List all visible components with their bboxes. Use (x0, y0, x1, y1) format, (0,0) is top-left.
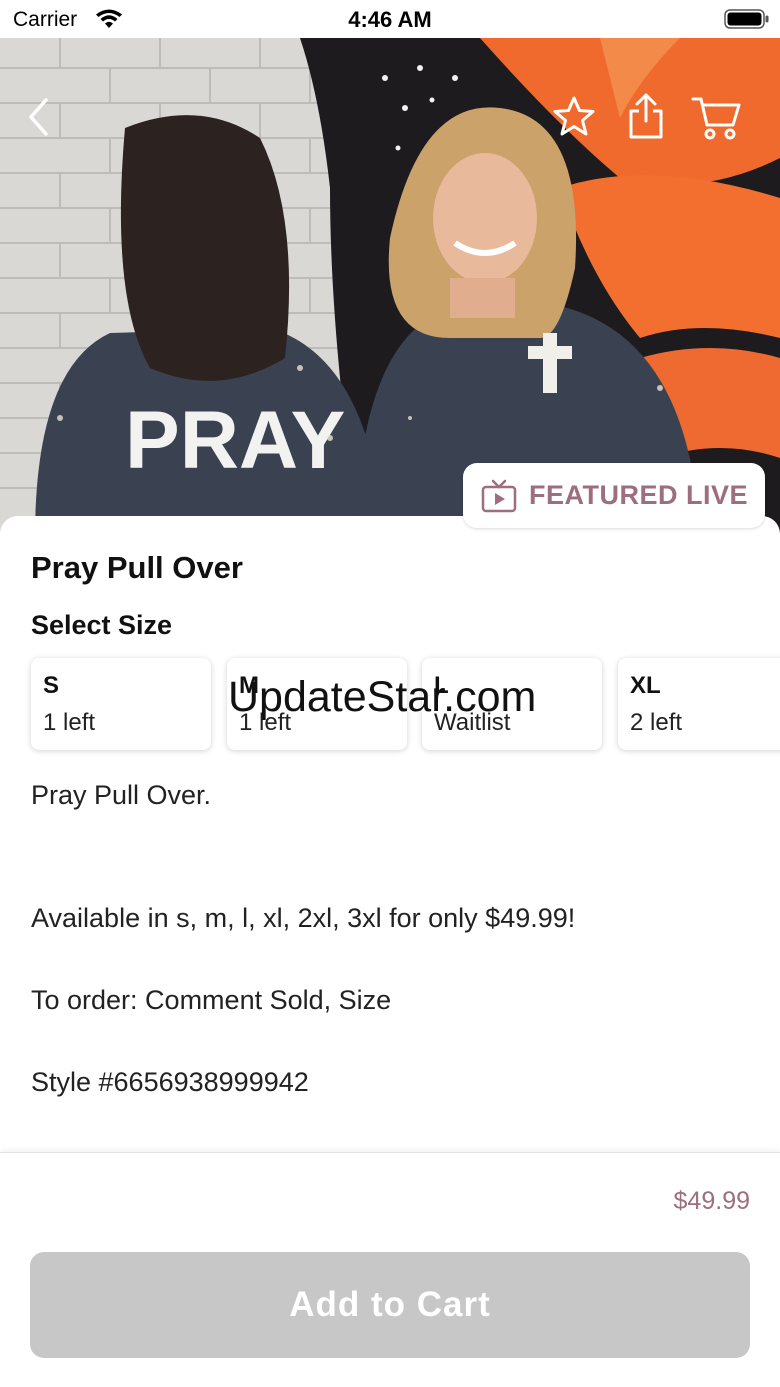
cart-icon (691, 97, 741, 140)
size-name: S (43, 672, 60, 699)
size-stock: 1 left (43, 709, 96, 736)
featured-live-badge[interactable]: FEATURED LIVE (463, 463, 765, 528)
status-time: 4:46 AM (348, 7, 432, 32)
select-size-label: Select Size (31, 610, 173, 640)
add-to-cart-button[interactable]: Add to Cart (30, 1252, 750, 1358)
featured-live-label: FEATURED LIVE (529, 480, 749, 510)
product-image: PRAY FEATURED LIVE (0, 38, 780, 538)
description-line: Available in s, m, l, xl, 2xl, 3xl for o… (31, 903, 576, 933)
share-icon (629, 93, 663, 139)
checkout-bar: $49.99 Add to Cart (0, 1152, 780, 1387)
description-line: Pray Pull Over. (31, 780, 212, 810)
share-button[interactable] (622, 90, 670, 142)
star-icon (553, 96, 595, 136)
description-line: Style #6656938999942 (31, 1067, 309, 1097)
size-stock: 1 left (239, 709, 292, 736)
size-option-xl[interactable]: XL 2 left (618, 658, 780, 750)
size-option-l[interactable]: L Waitlist (422, 658, 602, 750)
back-button[interactable] (18, 94, 58, 140)
size-stock: 2 left (630, 709, 683, 736)
product-details: Pray Pull Over Select Size S 1 left M 1 … (0, 516, 780, 1156)
battery-icon (724, 9, 769, 29)
size-name: XL (630, 672, 661, 699)
status-bar: Carrier 4:46 AM (0, 0, 780, 38)
description-line: To order: Comment Sold, Size (31, 985, 392, 1015)
size-stock: Waitlist (434, 709, 511, 736)
cart-button[interactable] (690, 92, 742, 144)
size-option-s[interactable]: S 1 left (31, 658, 211, 750)
product-price: $49.99 (673, 1187, 750, 1215)
size-name: M (239, 672, 259, 699)
shirt-print-text: PRAY (125, 395, 345, 486)
favorite-button[interactable] (550, 93, 598, 141)
product-title: Pray Pull Over (31, 550, 243, 585)
back-chevron-icon (29, 98, 48, 136)
size-name: L (434, 672, 449, 699)
size-options: S 1 left M 1 left L Waitlist XL 2 left (31, 658, 780, 750)
tv-icon (481, 479, 517, 512)
size-option-m[interactable]: M 1 left (227, 658, 407, 750)
